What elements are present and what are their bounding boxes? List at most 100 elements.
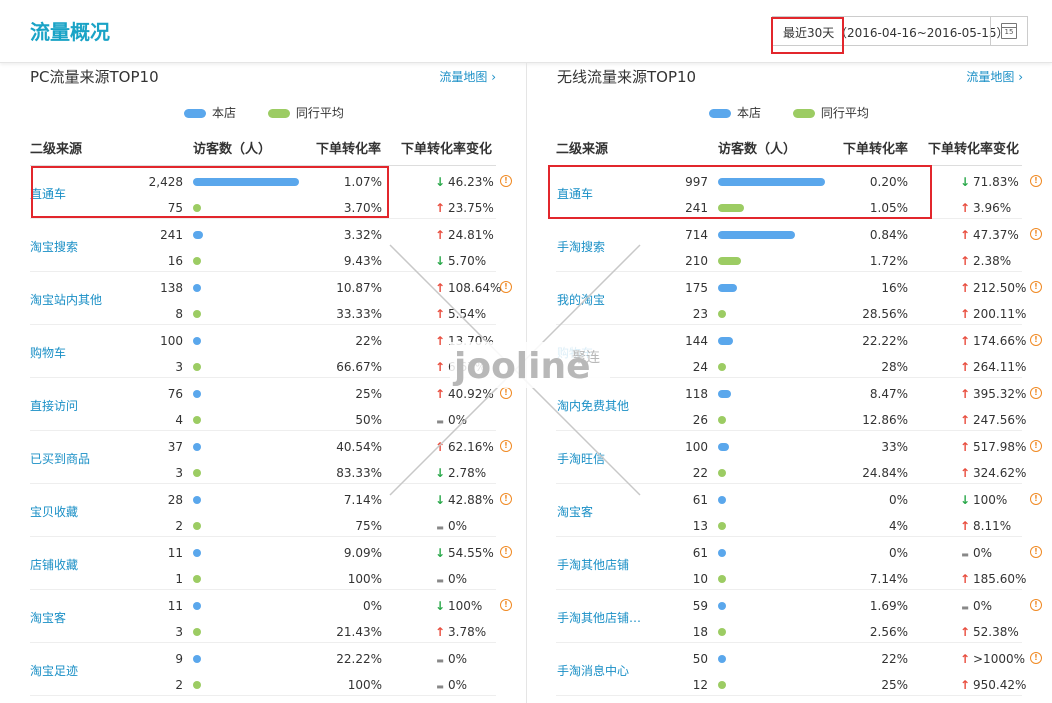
visitor-count-own: 11	[167, 546, 183, 560]
conversion-rate-peer: 25%	[881, 678, 908, 692]
arrow-up-icon: ↑	[435, 307, 446, 321]
highlight-box-pc-row	[31, 166, 389, 218]
visitor-count-own: 61	[692, 493, 708, 507]
source-link[interactable]: 宝贝收藏	[30, 503, 78, 520]
page-title: 流量概况	[30, 20, 110, 44]
source-link[interactable]: 已买到商品	[30, 450, 90, 467]
visitor-bar-own	[718, 337, 733, 345]
traffic-map-link[interactable]: 流量地图 ›	[439, 68, 496, 85]
legend: 本店 同行平均	[709, 104, 897, 121]
table-row: 淘宝客 61 0% ↓ 100% 13 4% ↑ 8.11%!	[527, 484, 1052, 537]
source-link[interactable]: 手淘其他店铺…	[557, 609, 641, 626]
table-row: 淘宝足迹 9 22.22% ▬ 0% 2 100% ▬ 0%	[0, 643, 526, 696]
conversion-rate-own: 0.84%	[869, 228, 908, 242]
arrow-up-icon: ↑	[960, 334, 971, 348]
conversion-change-peer: ↑ 324.62%	[960, 466, 1027, 480]
conversion-change-own: ↓ 42.88%	[435, 493, 494, 507]
source-link[interactable]: 淘宝搜索	[30, 238, 78, 255]
table-row: 手淘其他店铺… 59 1.69% ▬ 0% 18 2.56% ↑ 52.38%!	[527, 590, 1052, 643]
warning-icon[interactable]: !	[1030, 175, 1042, 187]
warning-icon[interactable]: !	[500, 599, 512, 611]
warning-icon[interactable]: !	[1030, 281, 1042, 293]
col-visitors: 访客数（人）	[193, 142, 272, 157]
conversion-change-peer: ↑ 5.54%	[435, 307, 487, 321]
source-link[interactable]: 淘宝足迹	[30, 662, 78, 679]
visitor-count-peer: 210	[685, 254, 708, 268]
visitor-bar-peer	[193, 469, 201, 477]
dash-icon: ▬	[436, 576, 444, 585]
warning-icon[interactable]: !	[1030, 546, 1042, 558]
conversion-rate-own: 3.32%	[343, 228, 382, 242]
arrow-up-icon: ↑	[960, 466, 971, 480]
conversion-change-own: ↑ 62.16%	[435, 440, 494, 454]
visitor-bar-peer	[718, 575, 726, 583]
visitor-count-peer: 10	[692, 572, 708, 586]
page-header: 流量概况 最近30天 （2016-04-16~2016-05-15） 15	[0, 0, 1052, 63]
warning-icon[interactable]: !	[1030, 652, 1042, 664]
legend-own: 本店	[709, 104, 761, 121]
warning-icon[interactable]: !	[1030, 387, 1042, 399]
source-link[interactable]: 购物车	[557, 344, 593, 361]
col-source: 二级来源	[30, 142, 83, 157]
warning-icon[interactable]: !	[500, 493, 512, 505]
conversion-change-peer: ↑ 185.60%	[960, 572, 1027, 586]
conversion-rate-own: 0%	[888, 493, 908, 507]
warning-icon[interactable]: !	[1030, 228, 1042, 240]
conversion-rate-own: 16%	[881, 281, 908, 295]
traffic-map-link[interactable]: 流量地图 ›	[966, 68, 1023, 85]
source-link[interactable]: 淘宝站内其他	[30, 291, 102, 308]
arrow-up-icon: ↑	[960, 281, 971, 295]
source-link[interactable]: 我的淘宝	[557, 291, 605, 308]
source-link[interactable]: 购物车	[30, 344, 66, 361]
calendar-button[interactable]: 15	[990, 17, 1027, 45]
col-source: 二级来源	[556, 142, 609, 157]
conversion-change-own: ▬ 0%	[961, 546, 993, 560]
warning-icon[interactable]: !	[500, 175, 512, 187]
visitor-bar-peer	[718, 310, 726, 318]
warning-icon[interactable]: !	[500, 546, 512, 558]
warning-icon[interactable]: !	[500, 281, 512, 293]
conversion-rate-own: 7.14%	[343, 493, 382, 507]
source-link[interactable]: 店铺收藏	[30, 556, 78, 573]
arrow-down-icon: ↓	[435, 599, 446, 613]
visitor-count-own: 59	[692, 599, 708, 613]
source-link[interactable]: 手淘旺信	[557, 450, 605, 467]
conversion-change-own: ↓ 100%	[435, 599, 483, 613]
source-link[interactable]: 淘内免费其他	[557, 397, 629, 414]
source-link[interactable]: 手淘消息中心	[557, 662, 629, 679]
arrow-up-icon: ↑	[435, 360, 446, 374]
conversion-change-own: ↑ 212.50%	[960, 281, 1027, 295]
conversion-change-own: ↓ 100%	[960, 493, 1008, 507]
warning-icon[interactable]: !	[1030, 440, 1042, 452]
conversion-change-own: ↓ 46.23%	[435, 175, 494, 189]
warning-icon[interactable]: !	[1030, 493, 1042, 505]
source-link[interactable]: 淘宝客	[30, 609, 66, 626]
source-link[interactable]: 淘宝客	[557, 503, 593, 520]
highlight-box-mobile-row	[548, 165, 932, 219]
conversion-change-peer: ↑ 200.11%	[960, 307, 1027, 321]
visitor-count-own: 9	[175, 652, 183, 666]
visitor-count-peer: 8	[175, 307, 183, 321]
conversion-rate-own: 22.22%	[336, 652, 382, 666]
visitor-bar-peer	[193, 257, 201, 265]
visitor-bar-peer	[193, 363, 201, 371]
source-link[interactable]: 手淘其他店铺	[557, 556, 629, 573]
warning-icon[interactable]: !	[1030, 334, 1042, 346]
arrow-up-icon: ↑	[960, 678, 971, 692]
warning-icon[interactable]: !	[500, 440, 512, 452]
conversion-rate-peer: 21.43%	[336, 625, 382, 639]
warning-icon[interactable]: !	[1030, 599, 1042, 611]
visitor-count-own: 241	[160, 228, 183, 242]
conversion-change-own: ↑ 108.64%	[435, 281, 502, 295]
arrow-up-icon: ↑	[435, 228, 446, 242]
arrow-down-icon: ↓	[435, 493, 446, 507]
visitor-bar-own	[193, 549, 201, 557]
conversion-rate-peer: 7.14%	[869, 572, 908, 586]
table-row: 宝贝收藏 28 7.14% ↓ 42.88% 2 75% ▬ 0%!	[0, 484, 526, 537]
visitor-bar-own	[193, 284, 201, 292]
table-row: 淘宝搜索 241 3.32% ↑ 24.81% 16 9.43% ↓ 5.70%	[0, 219, 526, 272]
source-link[interactable]: 直接访问	[30, 397, 78, 414]
warning-icon[interactable]: !	[500, 387, 512, 399]
conversion-rate-own: 0%	[362, 599, 382, 613]
source-link[interactable]: 手淘搜索	[557, 238, 605, 255]
